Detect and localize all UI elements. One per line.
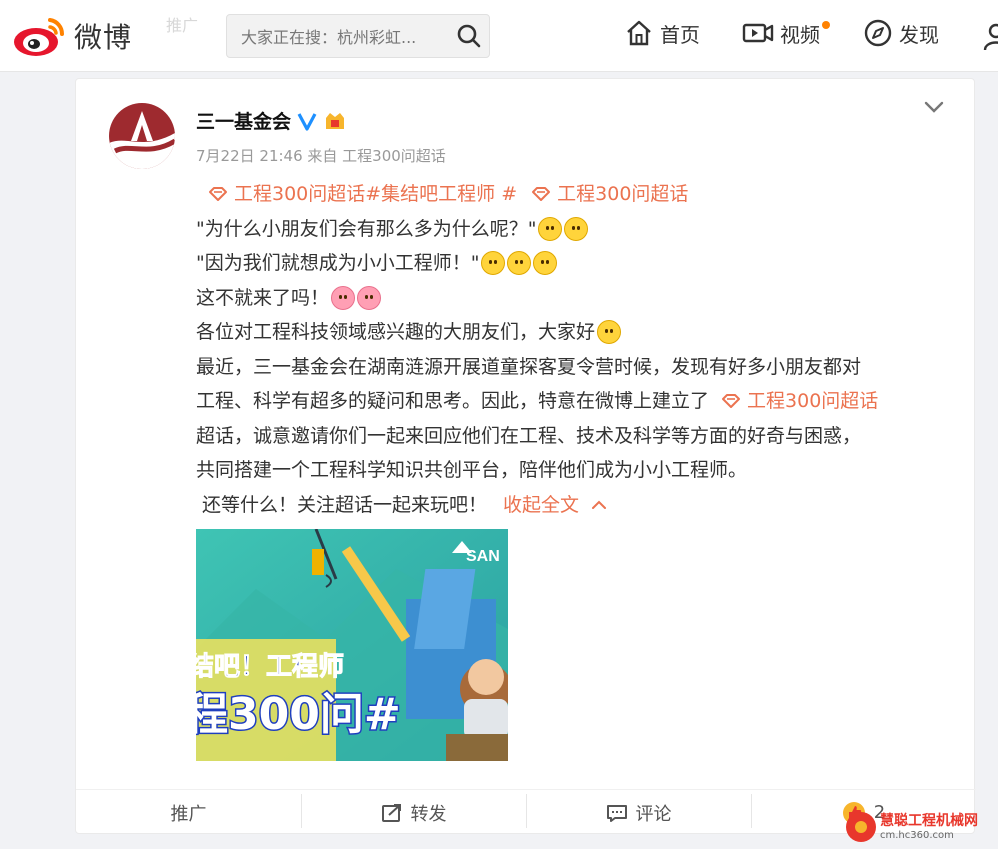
flower-emoji-icon bbox=[331, 285, 356, 310]
topic-label: 工程300问超话#集结吧工程师 # bbox=[234, 183, 518, 205]
body-text: 工程、科学有超多的疑问和思考。因此，特意在微博上建立了 bbox=[196, 390, 710, 412]
body-line: 最近，三一基金会在湖南涟源开展道童探客夏令营时候，发现有好多小朋友都对 bbox=[196, 350, 956, 385]
watermark-text: 慧聪工程机械网 cm.hc360.com bbox=[880, 813, 978, 842]
repost-label: 转发 bbox=[410, 803, 447, 825]
nav-discover-label: 发现 bbox=[899, 22, 939, 47]
avatar[interactable] bbox=[109, 103, 175, 169]
author-name[interactable]: 三一基金会 bbox=[196, 107, 291, 134]
nav-home-label: 首页 bbox=[660, 22, 700, 47]
supertopic-icon bbox=[208, 186, 228, 202]
body-line: 工程、科学有超多的疑问和思考。因此，特意在微博上建立了 工程300问超话 bbox=[196, 384, 956, 419]
post-body: 工程300问超话#集结吧工程师 # 工程300问超话 "为什么小朋友们会有那么多… bbox=[196, 177, 956, 522]
nav-discover[interactable]: 发现 bbox=[863, 18, 939, 48]
collapse-text-button[interactable]: 收起全文 bbox=[503, 488, 607, 523]
nav-video-label: 视频 bbox=[780, 22, 820, 47]
body-line: "为什么小朋友们会有那么多为什么呢？" bbox=[196, 212, 956, 247]
body-text: 这不就来了吗！ bbox=[196, 286, 330, 309]
comment-icon bbox=[606, 803, 628, 823]
post-actions-bar: 推广 转发 评论 2 bbox=[76, 789, 976, 835]
compass-icon bbox=[863, 18, 893, 48]
supertopic-icon bbox=[721, 393, 741, 409]
scared-emoji-icon bbox=[597, 320, 622, 345]
repost-icon bbox=[381, 803, 403, 823]
top-navigation-bar: 微博 推广 大家正在搜：杭州彩虹... 首页 视频 发现 bbox=[0, 0, 998, 72]
nav-home[interactable]: 首页 bbox=[624, 18, 700, 48]
weibo-logo[interactable]: 微博 bbox=[12, 12, 132, 60]
body-line: 超话，诚意邀请你们一起来回应他们在工程、技术及科学等方面的好奇与困惑， bbox=[196, 419, 956, 454]
search-input[interactable]: 大家正在搜：杭州彩虹... bbox=[241, 24, 449, 48]
body-line: 共同搭建一个工程科学知识共创平台，陪伴他们成为小小工程师。 bbox=[196, 453, 956, 488]
crying-emoji-icon bbox=[507, 251, 532, 276]
body-line: 各位对工程科技领域感兴趣的大朋友们，大家好 bbox=[196, 315, 956, 350]
body-text: "为什么小朋友们会有那么多为什么呢？" bbox=[196, 217, 537, 240]
post-author[interactable]: 三一基金会 bbox=[196, 107, 347, 134]
collapse-label: 收起全文 bbox=[503, 493, 580, 516]
topics-line: 工程300问超话#集结吧工程师 # 工程300问超话 bbox=[196, 177, 956, 212]
logo-wordmark: 微博 bbox=[74, 21, 133, 54]
home-icon bbox=[624, 18, 654, 48]
comment-label: 评论 bbox=[635, 803, 672, 825]
topic-link[interactable]: 工程300问超话 bbox=[531, 177, 688, 212]
topic-link[interactable]: 工程300问超话 bbox=[721, 384, 878, 419]
search-box[interactable]: 大家正在搜：杭州彩虹... bbox=[226, 14, 490, 58]
video-icon bbox=[742, 18, 774, 48]
search-icon[interactable] bbox=[449, 16, 489, 56]
promote-button[interactable]: 推广 bbox=[76, 798, 301, 828]
watermark-logo-icon bbox=[846, 812, 876, 842]
verified-icon bbox=[297, 111, 317, 131]
post-meta: 7月22日 21:46 来自 工程300问超话 bbox=[196, 147, 446, 165]
ghost-tab: 推广 bbox=[166, 16, 199, 35]
body-text: 最近，三一基金会在湖南涟源开展道童探客夏令营时候，发现有好多小朋友都对 bbox=[196, 355, 862, 378]
topic-label: 工程300问超话 bbox=[557, 183, 689, 205]
topic-label: 工程300问超话 bbox=[747, 390, 879, 412]
nav-video[interactable]: 视频 bbox=[742, 18, 820, 48]
image-headline-2: 程300问# bbox=[196, 689, 401, 740]
promote-label: 推广 bbox=[170, 803, 207, 825]
watermark: 慧聪工程机械网 cm.hc360.com bbox=[846, 808, 996, 846]
flower-emoji-icon bbox=[357, 285, 382, 310]
image-brand-text: SAN bbox=[466, 548, 500, 565]
body-text: 各位对工程科技领域感兴趣的大朋友们，大家好 bbox=[196, 321, 596, 343]
post-image[interactable]: SAN 结吧！工程师 程300问# bbox=[196, 529, 508, 761]
image-headline-1: 结吧！工程师 bbox=[196, 652, 344, 682]
fan-badge-icon bbox=[323, 110, 347, 132]
body-line: "因为我们就想成为小小工程师！" bbox=[196, 246, 956, 281]
body-text: 共同搭建一个工程科学知识共创平台，陪伴他们成为小小工程师。 bbox=[196, 459, 748, 481]
thinking-emoji-icon bbox=[564, 216, 589, 241]
body-text: "因为我们就想成为小小工程师！" bbox=[196, 252, 480, 274]
watermark-title: 慧聪工程机械网 bbox=[880, 812, 978, 829]
body-text: 还等什么！关注超话一起来玩吧！ bbox=[196, 493, 488, 516]
chevron-up-icon bbox=[591, 500, 607, 510]
nav-profile[interactable] bbox=[982, 22, 998, 52]
crying-emoji-icon bbox=[481, 251, 506, 276]
body-text: 超话，诚意邀请你们一起来回应他们在工程、技术及科学等方面的好奇与困惑， bbox=[196, 424, 862, 447]
body-line: 还等什么！关注超话一起来玩吧！ 收起全文 bbox=[196, 488, 956, 523]
body-line: 这不就来了吗！ bbox=[196, 281, 956, 316]
comment-button[interactable]: 评论 bbox=[526, 793, 751, 828]
weibo-eye-icon bbox=[14, 18, 65, 56]
user-icon bbox=[982, 22, 998, 52]
supertopic-icon bbox=[531, 186, 551, 202]
crying-emoji-icon bbox=[533, 251, 558, 276]
topic-link[interactable]: 工程300问超话#集结吧工程师 # bbox=[208, 177, 517, 212]
chevron-down-icon[interactable] bbox=[922, 95, 946, 119]
post-card: 三一基金会 7月22日 21:46 来自 工程300问超话 工程300问超话#集… bbox=[75, 78, 976, 835]
notification-dot bbox=[822, 21, 830, 29]
watermark-url: cm.hc360.com bbox=[880, 829, 954, 841]
repost-button[interactable]: 转发 bbox=[301, 793, 526, 828]
thinking-emoji-icon bbox=[538, 216, 563, 241]
